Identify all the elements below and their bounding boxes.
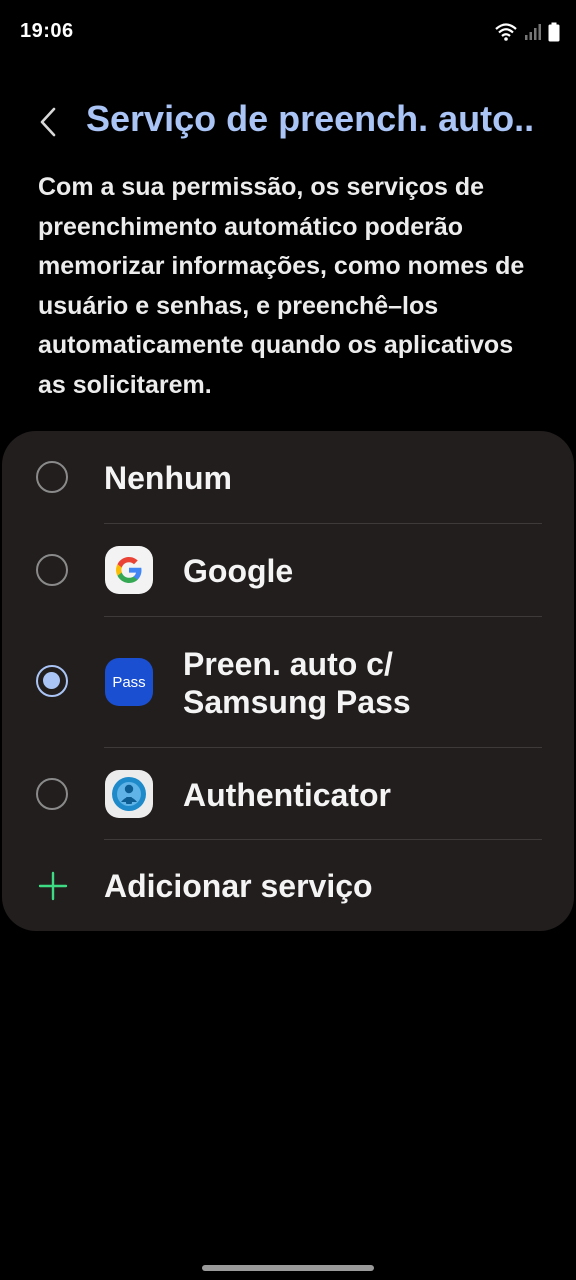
authenticator-icon bbox=[105, 770, 153, 818]
home-indicator[interactable] bbox=[202, 1265, 374, 1271]
radio-button-selected[interactable] bbox=[36, 665, 68, 697]
option-label: Authenticator bbox=[183, 777, 391, 813]
radio-button[interactable] bbox=[36, 554, 68, 586]
screen: 19:06 Serviço de preench. auto... Com a … bbox=[0, 0, 576, 1280]
option-google[interactable]: Google bbox=[2, 524, 574, 616]
signal-icon bbox=[525, 24, 541, 40]
samsung-pass-icon-text: Pass bbox=[112, 673, 146, 691]
back-arrow-icon bbox=[40, 107, 56, 137]
google-icon bbox=[105, 546, 153, 594]
wifi-icon bbox=[495, 23, 517, 41]
battery-icon bbox=[548, 22, 560, 42]
add-service-button[interactable]: Adicionar serviço bbox=[2, 840, 574, 931]
radio-button[interactable] bbox=[36, 461, 68, 493]
option-label-line1: Preen. auto c/ bbox=[183, 646, 393, 682]
header: Serviço de preench. auto... bbox=[0, 92, 576, 152]
option-label-line2: Samsung Pass bbox=[183, 684, 411, 720]
samsung-pass-icon: Pass bbox=[105, 658, 153, 706]
radio-button[interactable] bbox=[36, 778, 68, 810]
plus-icon bbox=[38, 871, 68, 901]
option-label: Nenhum bbox=[104, 460, 232, 496]
add-service-label: Adicionar serviço bbox=[104, 868, 373, 904]
status-icons bbox=[494, 22, 560, 42]
page-title: Serviço de preench. auto... bbox=[86, 98, 536, 139]
option-label: Google bbox=[183, 553, 294, 589]
option-authenticator[interactable]: Authenticator bbox=[2, 748, 574, 840]
status-time: 19:06 bbox=[20, 20, 74, 42]
description-text: Com a sua permissão, os serviços de pree… bbox=[38, 173, 525, 399]
option-nenhum[interactable]: Nenhum bbox=[2, 431, 574, 523]
status-bar: 19:06 bbox=[0, 0, 576, 64]
autofill-options-card: Nenhum Google Pass Preen. auto c/ Samsun… bbox=[2, 431, 574, 931]
option-samsung-pass[interactable]: Pass Preen. auto c/ Samsung Pass bbox=[2, 617, 574, 747]
back-button[interactable] bbox=[30, 102, 66, 142]
